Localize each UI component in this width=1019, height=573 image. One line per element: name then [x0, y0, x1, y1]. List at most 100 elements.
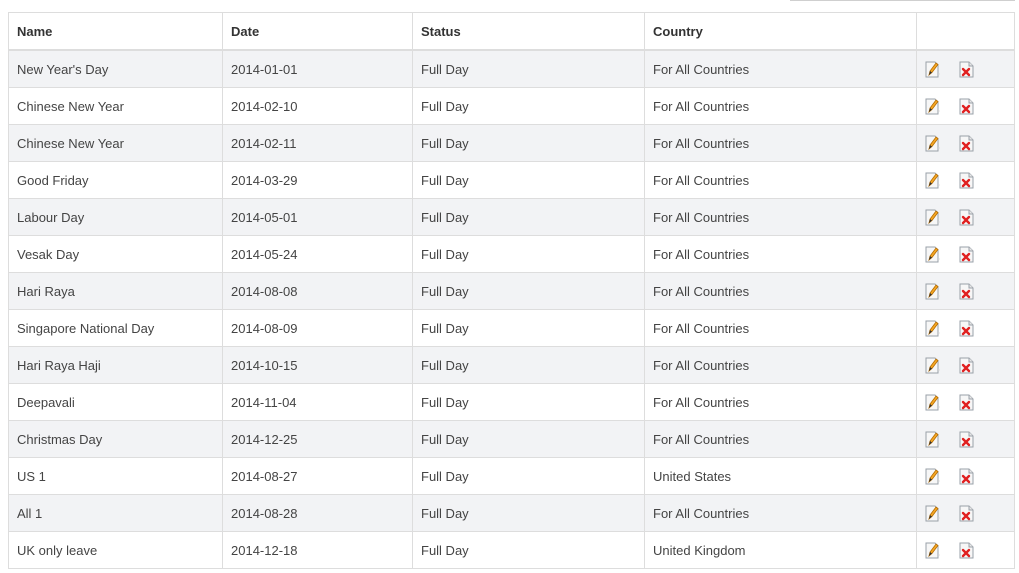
- cell-status: Full Day: [412, 457, 645, 495]
- edit-pencil-icon: [925, 357, 940, 374]
- cell-country: For All Countries: [644, 161, 917, 199]
- edit-pencil-icon: [925, 283, 940, 300]
- cell-date: 2014-12-25: [222, 420, 413, 458]
- delete-document-icon: [959, 320, 974, 337]
- cell-date: 2014-08-09: [222, 309, 413, 347]
- column-header-name[interactable]: Name: [8, 12, 223, 51]
- table-row: Singapore National Day 2014-08-09 Full D…: [8, 309, 1015, 347]
- delete-button[interactable]: [959, 431, 975, 448]
- edit-pencil-icon: [925, 61, 940, 78]
- edit-button[interactable]: [925, 283, 941, 300]
- delete-button[interactable]: [959, 320, 975, 337]
- cell-country: United Kingdom: [644, 531, 917, 569]
- table-row: New Year's Day 2014-01-01 Full Day For A…: [8, 49, 1015, 88]
- cell-country: For All Countries: [644, 124, 917, 162]
- edit-button[interactable]: [925, 505, 941, 522]
- table-header-row: Name Date Status Country: [8, 12, 1015, 51]
- delete-document-icon: [959, 357, 974, 374]
- edit-button[interactable]: [925, 468, 941, 485]
- cell-status: Full Day: [412, 420, 645, 458]
- delete-button[interactable]: [959, 98, 975, 115]
- delete-button[interactable]: [959, 542, 975, 559]
- cell-country: For All Countries: [644, 309, 917, 347]
- edit-pencil-icon: [925, 135, 940, 152]
- cell-country: United States: [644, 457, 917, 495]
- delete-button[interactable]: [959, 468, 975, 485]
- edit-pencil-icon: [925, 431, 940, 448]
- cell-name: Good Friday: [8, 161, 223, 199]
- column-header-country[interactable]: Country: [644, 12, 917, 51]
- cell-date: 2014-08-28: [222, 494, 413, 532]
- delete-button[interactable]: [959, 61, 975, 78]
- edit-button[interactable]: [925, 61, 941, 78]
- edit-pencil-icon: [925, 209, 940, 226]
- column-header-date[interactable]: Date: [222, 12, 413, 51]
- cell-status: Full Day: [412, 346, 645, 384]
- edit-button[interactable]: [925, 320, 941, 337]
- cell-date: 2014-03-29: [222, 161, 413, 199]
- edit-button[interactable]: [925, 357, 941, 374]
- edit-pencil-icon: [925, 172, 940, 189]
- column-header-actions: [916, 12, 1015, 51]
- delete-button[interactable]: [959, 209, 975, 226]
- edit-pencil-icon: [925, 246, 940, 263]
- cell-status: Full Day: [412, 383, 645, 421]
- cell-name: Hari Raya: [8, 272, 223, 310]
- cell-date: 2014-11-04: [222, 383, 413, 421]
- delete-document-icon: [959, 61, 974, 78]
- cell-actions: [916, 494, 1015, 532]
- delete-document-icon: [959, 135, 974, 152]
- cell-name: Hari Raya Haji: [8, 346, 223, 384]
- delete-document-icon: [959, 98, 974, 115]
- cell-date: 2014-12-18: [222, 531, 413, 569]
- top-divider: [790, 0, 1015, 1]
- cell-name: Deepavali: [8, 383, 223, 421]
- table-body: New Year's Day 2014-01-01 Full Day For A…: [8, 49, 1015, 569]
- delete-button[interactable]: [959, 357, 975, 374]
- cell-country: For All Countries: [644, 272, 917, 310]
- delete-button[interactable]: [959, 394, 975, 411]
- cell-status: Full Day: [412, 272, 645, 310]
- cell-name: Chinese New Year: [8, 124, 223, 162]
- cell-actions: [916, 49, 1015, 88]
- edit-button[interactable]: [925, 542, 941, 559]
- delete-button[interactable]: [959, 283, 975, 300]
- table-row: Chinese New Year 2014-02-10 Full Day For…: [8, 87, 1015, 125]
- table-row: UK only leave 2014-12-18 Full Day United…: [8, 531, 1015, 569]
- table-row: Labour Day 2014-05-01 Full Day For All C…: [8, 198, 1015, 236]
- edit-button[interactable]: [925, 246, 941, 263]
- delete-button[interactable]: [959, 505, 975, 522]
- cell-date: 2014-02-10: [222, 87, 413, 125]
- cell-date: 2014-08-08: [222, 272, 413, 310]
- edit-button[interactable]: [925, 209, 941, 226]
- edit-pencil-icon: [925, 320, 940, 337]
- delete-button[interactable]: [959, 135, 975, 152]
- edit-button[interactable]: [925, 98, 941, 115]
- cell-actions: [916, 272, 1015, 310]
- cell-date: 2014-05-24: [222, 235, 413, 273]
- edit-button[interactable]: [925, 135, 941, 152]
- table-row: Hari Raya 2014-08-08 Full Day For All Co…: [8, 272, 1015, 310]
- column-header-status[interactable]: Status: [412, 12, 645, 51]
- delete-document-icon: [959, 394, 974, 411]
- delete-button[interactable]: [959, 246, 975, 263]
- cell-status: Full Day: [412, 49, 645, 88]
- cell-name: All 1: [8, 494, 223, 532]
- edit-button[interactable]: [925, 431, 941, 448]
- holidays-table: Name Date Status Country New Year's Day …: [8, 12, 1015, 569]
- cell-country: For All Countries: [644, 235, 917, 273]
- table-row: US 1 2014-08-27 Full Day United States: [8, 457, 1015, 495]
- table-row: Deepavali 2014-11-04 Full Day For All Co…: [8, 383, 1015, 421]
- cell-actions: [916, 198, 1015, 236]
- delete-button[interactable]: [959, 172, 975, 189]
- edit-button[interactable]: [925, 394, 941, 411]
- edit-button[interactable]: [925, 172, 941, 189]
- cell-country: For All Countries: [644, 494, 917, 532]
- delete-document-icon: [959, 431, 974, 448]
- cell-country: For All Countries: [644, 383, 917, 421]
- delete-document-icon: [959, 542, 974, 559]
- table-row: Good Friday 2014-03-29 Full Day For All …: [8, 161, 1015, 199]
- cell-status: Full Day: [412, 87, 645, 125]
- cell-actions: [916, 124, 1015, 162]
- cell-name: US 1: [8, 457, 223, 495]
